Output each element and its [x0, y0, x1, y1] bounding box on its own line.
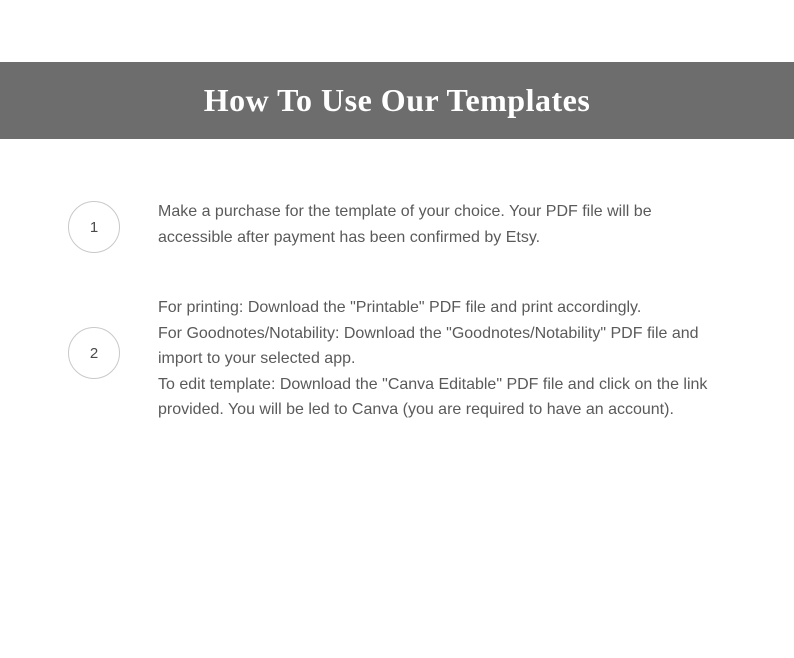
page-title: How To Use Our Templates — [0, 82, 794, 119]
steps-container: 1 Make a purchase for the template of yo… — [0, 139, 794, 423]
step-text: Make a purchase for the template of your… — [158, 199, 726, 250]
step-item: 2 For printing: Download the "Printable"… — [68, 295, 726, 423]
step-number-badge: 2 — [68, 327, 120, 379]
step-item: 1 Make a purchase for the template of yo… — [68, 199, 726, 253]
step-text: For printing: Download the "Printable" P… — [158, 295, 726, 423]
step-number-badge: 1 — [68, 201, 120, 253]
title-bar: How To Use Our Templates — [0, 62, 794, 139]
